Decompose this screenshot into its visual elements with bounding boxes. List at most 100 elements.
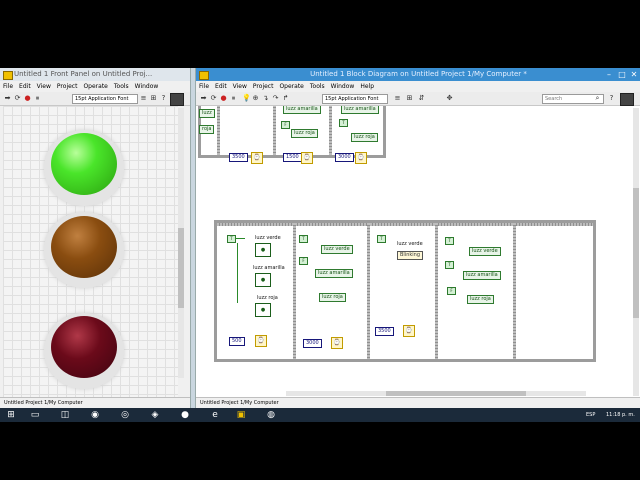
false-constant[interactable]: F [447,287,456,295]
pause-icon[interactable]: ⏸ [230,95,237,102]
green-led-terminal[interactable]: ● [255,243,271,257]
clock[interactable]: 11:18 p. m. [606,411,635,419]
cleanup-diagram-icon[interactable]: ✥ [446,95,453,102]
menu-window[interactable]: Window [331,83,355,90]
app-icon[interactable]: ◈ [150,410,160,420]
windows-start-icon[interactable]: ⊞ [6,410,16,420]
align-icon[interactable]: ≡ [394,95,401,102]
labview-taskbar-icon[interactable]: ▣ [236,410,246,420]
local-variable-amarilla[interactable]: luzz amarilla [463,271,501,280]
wait-ms-icon[interactable]: ⌚ [301,152,313,164]
front-panel-title[interactable]: Untitled 1 Front Panel on Untitled Proj.… [0,68,190,81]
local-variable-roja[interactable]: luzz roja [319,293,346,302]
run-arrow-icon[interactable]: ➡ [4,95,11,102]
language-indicator[interactable]: ESP [586,411,595,419]
local-variable-amarilla[interactable]: luzz amarilla [283,106,321,114]
local-variable-amarilla[interactable]: luzz amarilla [341,106,379,114]
abort-icon[interactable]: ● [220,95,227,102]
local-variable-amarilla[interactable]: luzz amarilla [315,269,353,278]
true-constant[interactable]: F [281,121,290,129]
menu-project[interactable]: Project [253,83,274,90]
menu-edit[interactable]: Edit [19,83,31,90]
green-led[interactable] [51,133,117,195]
local-variable-roja[interactable]: luzz roja [467,295,494,304]
font-selector[interactable]: 15pt Application Font [72,94,138,104]
wait-constant[interactable]: 3500 [375,327,394,336]
true-constant[interactable]: T [377,235,386,243]
run-continuous-icon[interactable]: ⟳ [14,95,21,102]
true-constant[interactable]: T [445,237,454,245]
true-constant[interactable]: T [339,119,348,127]
menu-file[interactable]: File [199,83,209,90]
menu-window[interactable]: Window [135,83,159,90]
local-variable[interactable]: roja [199,125,215,134]
distribute-icon[interactable]: ⊞ [406,95,413,102]
wait-constant[interactable]: 500 [229,337,245,346]
amber-led[interactable] [51,216,117,278]
fp-scroll-thumb[interactable] [178,228,184,308]
highlight-execution-icon[interactable]: 💡 [242,95,251,102]
top-flat-sequence[interactable]: luzz roja 3500 ⌚ luzz amarilla F luzz ro… [198,106,386,164]
red-led-terminal[interactable]: ● [255,303,271,317]
local-variable-roja[interactable]: luzz roja [291,129,318,138]
bottom-flat-sequence[interactable]: T luzz verde ● luzz amarilla ● luzz roja… [214,220,596,362]
abort-icon[interactable]: ● [24,95,31,102]
local-variable-verde[interactable]: luzz verde [321,245,353,254]
wait-ms-icon[interactable]: ⌚ [331,337,343,349]
font-selector[interactable]: 15pt Application Font [322,94,388,104]
close-icon[interactable]: ✕ [628,68,640,81]
menu-help[interactable]: Help [360,83,374,90]
menu-file[interactable]: File [3,83,13,90]
bd-hscroll-thumb[interactable] [386,391,526,396]
retain-wire-values-icon[interactable]: ⊕ [252,95,259,102]
step-out-icon[interactable]: ↱ [282,95,289,102]
distribute-icon[interactable]: ⊞ [150,95,157,102]
align-icon[interactable]: ≡ [140,95,147,102]
step-into-icon[interactable]: ↴ [262,95,269,102]
wait-constant[interactable]: 3000 [303,339,322,348]
wait-constant[interactable]: 1500 [283,153,302,162]
edge-icon[interactable]: e [210,410,220,420]
vi-icon[interactable] [170,93,184,106]
true-constant[interactable]: T [299,235,308,243]
help-icon[interactable]: ? [160,95,167,102]
wait-constant[interactable]: 3500 [229,153,248,162]
block-diagram-title[interactable]: Untitled 1 Block Diagram on Untitled Pro… [196,68,640,81]
local-variable-verde[interactable]: luzz verde [469,247,501,256]
bd-horizontal-scrollbar[interactable] [286,391,586,396]
menu-project[interactable]: Project [57,83,78,90]
browser-icon[interactable]: ● [180,410,190,420]
local-variable-roja[interactable]: luzz roja [351,133,378,142]
step-over-icon[interactable]: ↷ [272,95,279,102]
wait-ms-icon[interactable]: ⌚ [251,152,263,164]
menu-tools[interactable]: Tools [114,83,129,90]
wait-ms-icon[interactable]: ⌚ [403,325,415,337]
amber-led-terminal[interactable]: ● [255,273,271,287]
menu-view[interactable]: View [233,83,247,90]
run-continuous-icon[interactable]: ⟳ [210,95,217,102]
menu-operate[interactable]: Operate [279,83,303,90]
help-icon[interactable]: ? [608,95,615,102]
false-constant[interactable]: F [299,257,308,265]
pause-icon[interactable]: ⏸ [34,95,41,102]
true-constant[interactable]: T [227,235,236,243]
run-arrow-icon[interactable]: ➡ [200,95,207,102]
bd-vertical-scrollbar[interactable] [633,108,639,396]
app-icon[interactable]: ◎ [120,410,130,420]
fp-vertical-scrollbar[interactable] [178,108,184,378]
local-variable[interactable]: luzz [199,109,215,118]
vi-icon[interactable] [620,93,634,106]
app-icon[interactable]: ◉ [90,410,100,420]
menu-edit[interactable]: Edit [215,83,227,90]
store-icon[interactable]: ◫ [60,410,70,420]
red-led[interactable] [51,316,117,378]
minimize-icon[interactable]: – [603,68,615,81]
wait-ms-icon[interactable]: ⌚ [255,335,267,347]
app-icon[interactable]: ◍ [266,410,276,420]
menu-operate[interactable]: Operate [83,83,107,90]
wait-constant[interactable]: 3000 [335,153,354,162]
reorder-icon[interactable]: ⇵ [418,95,425,102]
menu-tools[interactable]: Tools [310,83,325,90]
blinking-property-node[interactable]: Blinking [397,251,424,260]
true-constant[interactable]: T [445,261,454,269]
